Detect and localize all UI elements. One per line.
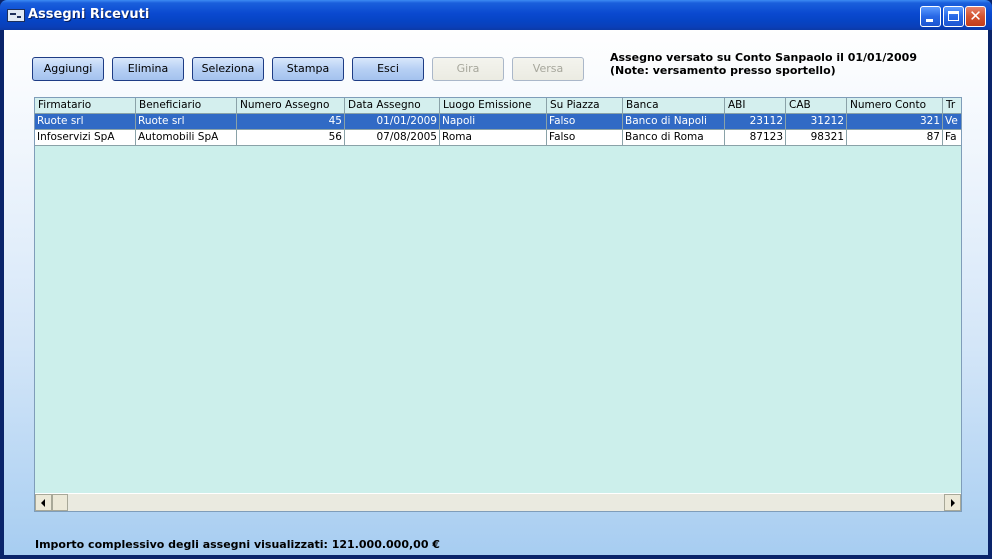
arrow-left-icon [41,499,45,507]
scroll-left-button[interactable] [35,494,52,511]
title-bar[interactable]: Assegni Ricevuti ✕ [0,0,992,30]
cell-numero-assegno[interactable]: 56 [237,130,345,146]
cell-cab[interactable]: 98321 [786,130,847,146]
cell-beneficiario[interactable]: Automobili SpA [136,130,237,146]
cell-beneficiario[interactable]: Ruote srl [136,114,237,130]
cell-firmatario[interactable]: Ruote srl [35,114,136,130]
column-header[interactable]: Numero Conto [847,98,943,114]
column-header[interactable]: Numero Assegno [237,98,345,114]
cell-numero-conto[interactable]: 321 [847,114,943,130]
column-header[interactable]: ABI [725,98,786,114]
column-header[interactable]: Beneficiario [136,98,237,114]
delete-button[interactable]: Elimina [112,57,184,81]
maximize-button[interactable] [943,6,964,27]
column-header[interactable]: Tr [943,98,961,114]
column-header[interactable]: Banca [623,98,725,114]
app-window: Assegni Ricevuti ✕ Aggiungi Elimina Sele… [0,0,992,559]
status-message: Assegno versato su Conto Sanpaolo il 01/… [610,51,917,77]
cell-numero-conto[interactable]: 87 [847,130,943,146]
minimize-button[interactable] [920,6,941,27]
cell-tr[interactable]: Ve [943,114,961,130]
status-line-1: Assegno versato su Conto Sanpaolo il 01/… [610,51,917,64]
minimize-icon [926,19,933,22]
client-area: Aggiungi Elimina Seleziona Stampa Esci G… [4,30,988,555]
cell-luogo-emissione[interactable]: Napoli [440,114,547,130]
total-amount-label: Importo complessivo degli assegni visual… [35,538,440,551]
cell-numero-assegno[interactable]: 45 [237,114,345,130]
cell-cab[interactable]: 31212 [786,114,847,130]
column-header[interactable]: Luogo Emissione [440,98,547,114]
cell-firmatario[interactable]: Infoservizi SpA [35,130,136,146]
column-header[interactable]: CAB [786,98,847,114]
app-icon [7,9,25,22]
cell-abi[interactable]: 87123 [725,130,786,146]
arrow-right-icon [951,499,955,507]
close-button[interactable]: ✕ [965,6,986,27]
status-line-2: (Note: versamento presso sportello) [610,64,836,77]
cell-data-assegno[interactable]: 01/01/2009 [345,114,440,130]
table-row[interactable]: Infoservizi SpA Automobili SpA 56 07/08/… [35,130,961,146]
table-row[interactable]: Ruote srl Ruote srl 45 01/01/2009 Napoli… [35,114,961,130]
exit-button[interactable]: Esci [352,57,424,81]
select-button[interactable]: Seleziona [192,57,264,81]
column-header[interactable]: Firmatario [35,98,136,114]
column-header[interactable]: Su Piazza [547,98,623,114]
scroll-right-button[interactable] [944,494,961,511]
endorse-button[interactable]: Gira [432,57,504,81]
cell-data-assegno[interactable]: 07/08/2005 [345,130,440,146]
maximize-icon [948,11,959,21]
horizontal-scrollbar[interactable] [35,493,961,511]
scroll-thumb[interactable] [52,494,68,511]
column-header[interactable]: Data Assegno [345,98,440,114]
cell-su-piazza[interactable]: Falso [547,114,623,130]
cell-su-piazza[interactable]: Falso [547,130,623,146]
cheques-grid[interactable]: Firmatario Beneficiario Numero Assegno D… [34,97,962,512]
cell-abi[interactable]: 23112 [725,114,786,130]
close-icon: ✕ [969,7,982,25]
deposit-button[interactable]: Versa [512,57,584,81]
cell-luogo-emissione[interactable]: Roma [440,130,547,146]
cell-tr[interactable]: Fa [943,130,961,146]
add-button[interactable]: Aggiungi [32,57,104,81]
grid-header: Firmatario Beneficiario Numero Assegno D… [35,98,961,115]
cell-banca[interactable]: Banco di Napoli [623,114,725,130]
print-button[interactable]: Stampa [272,57,344,81]
cell-banca[interactable]: Banco di Roma [623,130,725,146]
window-title: Assegni Ricevuti [28,7,150,22]
